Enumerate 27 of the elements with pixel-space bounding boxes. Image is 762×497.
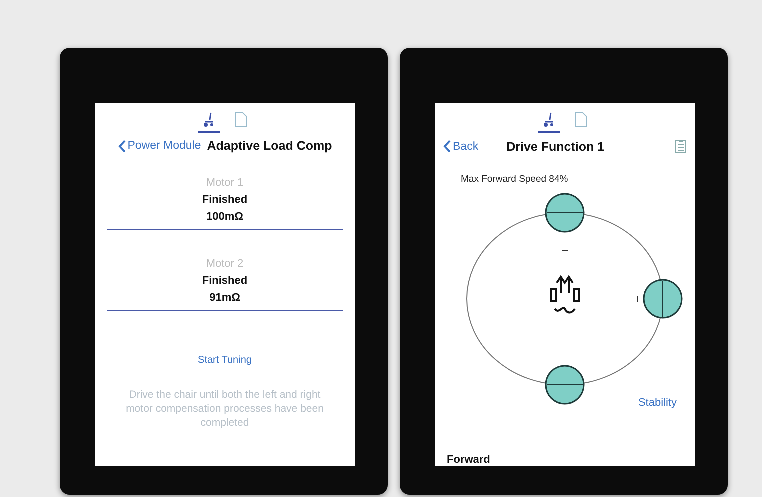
motor-status: Finished <box>202 194 248 206</box>
stability-link[interactable]: Stability <box>638 397 677 409</box>
section-label: Forward <box>447 454 490 466</box>
document-icon <box>234 112 248 128</box>
motor-label: Motor 1 <box>206 177 244 189</box>
resistance-value: 100mΩ <box>206 211 244 223</box>
drag-handle[interactable] <box>545 365 585 405</box>
wheelchair-icon <box>202 112 216 128</box>
speed-label: Max Forward Speed 84% <box>461 174 568 185</box>
motor-label: Motor 2 <box>206 258 244 270</box>
back-chevron-icon <box>443 140 451 153</box>
resistance-value: 91mΩ <box>210 292 240 304</box>
back-link[interactable]: Power Module <box>118 140 202 152</box>
back-link[interactable]: Back <box>443 140 479 153</box>
document-icon <box>574 112 588 128</box>
drag-handle[interactable] <box>643 279 683 319</box>
screen-title: Adaptive Load Comp <box>207 139 332 153</box>
screen-title: Drive Function 1 <box>506 140 606 154</box>
start-tuning-link[interactable]: Start Tuning <box>198 355 252 366</box>
motor-status: Finished <box>202 275 248 287</box>
drag-handle[interactable] <box>545 193 585 233</box>
tick-mark <box>562 250 568 252</box>
clipboard-icon[interactable] <box>675 139 687 154</box>
wheelchair-icon <box>550 275 580 314</box>
back-chevron-icon <box>118 140 126 152</box>
instruction-text: Drive the chair until both the left and right motor compensation processes have been completed <box>125 388 325 430</box>
wheelchair-icon <box>542 112 556 128</box>
